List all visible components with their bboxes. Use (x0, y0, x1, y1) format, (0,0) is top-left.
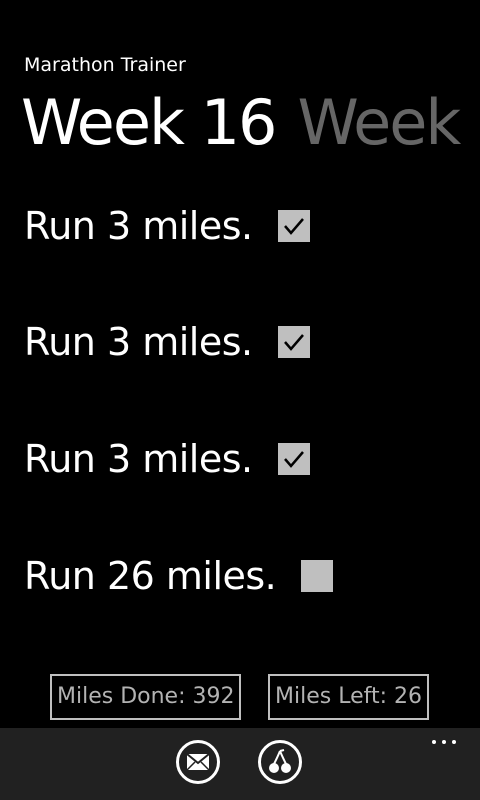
task-label: Run 3 miles. (24, 320, 253, 364)
miles-done-box: Miles Done: 392 (50, 674, 242, 720)
task-checkbox[interactable] (301, 560, 334, 592)
task-item: Run 3 miles. (24, 317, 310, 367)
mail-button[interactable] (176, 740, 220, 784)
task-checkbox[interactable] (277, 326, 310, 358)
app-bar (0, 728, 480, 800)
task-item: Run 3 miles. (24, 201, 310, 251)
pivot-header-next[interactable]: Week (297, 84, 461, 162)
mail-icon (186, 753, 210, 771)
task-label: Run 3 miles. (24, 204, 253, 248)
miles-left-box: Miles Left: 26 (268, 674, 429, 720)
task-checkbox[interactable] (277, 210, 310, 242)
task-item: Run 26 miles. (24, 551, 334, 601)
more-options-icon[interactable] (430, 738, 458, 746)
app-title: Marathon Trainer (24, 54, 186, 76)
task-checkbox[interactable] (277, 443, 310, 475)
task-label: Run 26 miles. (24, 554, 277, 598)
pivot-headers: Week 16 Week (21, 84, 480, 164)
task-label: Run 3 miles. (24, 437, 253, 481)
pivot-header-active[interactable]: Week 16 (21, 84, 277, 162)
cherries-button[interactable] (258, 740, 302, 784)
task-item: Run 3 miles. (24, 434, 310, 484)
checkmark-icon (283, 334, 304, 351)
checkmark-icon (283, 451, 304, 468)
cherries-icon (269, 749, 291, 773)
checkmark-icon (283, 218, 304, 235)
